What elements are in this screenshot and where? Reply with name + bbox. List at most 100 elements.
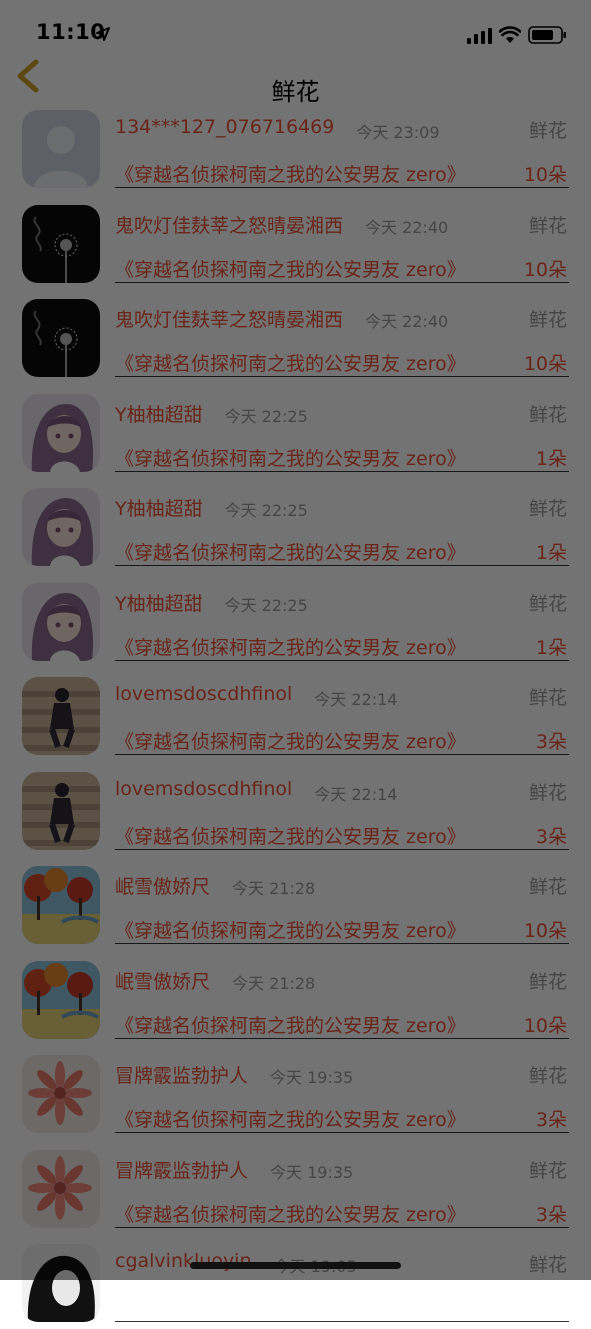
divider <box>115 1226 569 1228</box>
gerbera-flower-avatar[interactable] <box>22 1149 100 1228</box>
user-name[interactable]: Y柚柚超甜 <box>115 400 203 427</box>
gift-type: 鲜花 <box>528 970 567 993</box>
user-name[interactable]: Y柚柚超甜 <box>115 494 203 521</box>
timestamp: 今天 19:35 <box>270 1162 354 1182</box>
default-person-avatar-image <box>22 110 100 188</box>
gift-type: 鲜花 <box>528 687 567 709</box>
timestamp: 今天 22:40 <box>365 312 449 331</box>
list-item[interactable]: 岷雪傲娇尺 今天 21:28 鲜花 《穿越名侦探柯南之我的公安男友 zero》 … <box>0 856 591 951</box>
signal-icon <box>467 28 492 44</box>
divider <box>115 187 569 188</box>
gift-count: 1朵 <box>535 636 567 659</box>
timestamp: 今天 21:28 <box>232 879 316 898</box>
timestamp: 今天 21:28 <box>232 973 316 993</box>
book-title[interactable]: 《穿越名侦探柯南之我的公安男友 zero》 <box>115 1200 466 1227</box>
anime-girl-avatar-image <box>22 488 100 566</box>
gift-type: 鲜花 <box>528 1159 567 1182</box>
timestamp: 今天 22:25 <box>224 501 308 520</box>
stairs-figure-avatar[interactable] <box>22 677 100 755</box>
book-title[interactable]: 《穿越名侦探柯南之我的公安男友 zero》 <box>115 916 466 943</box>
user-name[interactable]: 冒牌霰监勃护人 <box>115 1156 248 1183</box>
book-title[interactable]: 《穿越名侦探柯南之我的公安男友 zero》 <box>115 255 466 282</box>
timestamp: 今天 22:25 <box>224 406 308 426</box>
stairs-figure-avatar-image <box>22 771 100 850</box>
wifi-icon <box>499 26 521 43</box>
timestamp: 今天 22:40 <box>365 217 449 237</box>
gift-type: 鲜花 <box>528 214 567 237</box>
gerbera-flower-avatar-image <box>22 1055 100 1133</box>
gift-type: 鲜花 <box>528 120 567 142</box>
divider <box>115 565 569 566</box>
divider <box>115 470 569 472</box>
list-item[interactable]: 134***127_076716469 今天 23:09 鲜花 《穿越名侦探柯南… <box>0 100 591 195</box>
anime-girl-avatar[interactable] <box>22 488 100 566</box>
autumn-painting-avatar[interactable] <box>22 960 100 1039</box>
dandelion-avatar-image <box>22 299 100 377</box>
dark-portrait-avatar-image <box>22 1244 100 1322</box>
timestamp: 今天 19:35 <box>270 1068 354 1087</box>
dandelion-avatar[interactable] <box>22 299 100 377</box>
user-name[interactable]: 134***127_076716469 <box>115 116 334 138</box>
default-person-avatar[interactable] <box>22 110 100 188</box>
list-item[interactable]: Y柚柚超甜 今天 22:25 鲜花 《穿越名侦探柯南之我的公安男友 zero》 … <box>0 573 591 668</box>
user-name[interactable]: Y柚柚超甜 <box>115 589 203 616</box>
divider <box>115 754 569 755</box>
gift-type: 鲜花 <box>528 1254 567 1276</box>
book-title[interactable]: 《穿越名侦探柯南之我的公安男友 zero》 <box>115 1011 466 1038</box>
book-title[interactable]: 《穿越名侦探柯南之我的公安男友 zero》 <box>115 822 466 849</box>
timestamp: 今天 23:09 <box>356 123 440 142</box>
list-item[interactable]: 岷雪傲娇尺 今天 21:28 鲜花 《穿越名侦探柯南之我的公安男友 zero》 … <box>0 951 591 1046</box>
list-item[interactable]: lovemsdoscdhfinol 今天 22:14 鲜花 《穿越名侦探柯南之我… <box>0 762 591 857</box>
gift-count: 1朵 <box>535 542 567 564</box>
book-title[interactable]: 《穿越名侦探柯南之我的公安男友 zero》 <box>115 538 466 565</box>
book-title[interactable]: 《穿越名侦探柯南之我的公安男友 zero》 <box>115 349 466 376</box>
divider <box>115 848 569 850</box>
gift-count: 3朵 <box>535 1109 567 1131</box>
book-title[interactable]: 《穿越名侦探柯南之我的公安男友 zero》 <box>115 1105 466 1132</box>
dark-portrait-avatar[interactable] <box>22 1244 100 1322</box>
divider <box>115 943 569 944</box>
user-name[interactable]: 岷雪傲娇尺 <box>115 872 210 899</box>
list-item[interactable]: 鬼吹灯佳麸莘之怒晴晏湘西 今天 22:40 鲜花 《穿越名侦探柯南之我的公安男友… <box>0 195 591 290</box>
user-name[interactable]: 冒牌霰监勃护人 <box>115 1061 248 1088</box>
list-item[interactable]: Y柚柚超甜 今天 22:25 鲜花 《穿越名侦探柯南之我的公安男友 zero》 … <box>0 478 591 573</box>
list-item[interactable]: lovemsdoscdhfinol 今天 22:14 鲜花 《穿越名侦探柯南之我… <box>0 667 591 762</box>
gift-count: 3朵 <box>535 825 567 848</box>
anime-girl-avatar[interactable] <box>22 393 100 472</box>
gift-count: 3朵 <box>535 731 567 753</box>
autumn-painting-avatar[interactable] <box>22 866 100 944</box>
list-item[interactable]: 冒牌霰监勃护人 今天 19:35 鲜花 《穿越名侦探柯南之我的公安男友 zero… <box>0 1140 591 1235</box>
user-name[interactable]: 鬼吹灯佳麸莘之怒晴晏湘西 <box>115 305 343 332</box>
user-name[interactable]: lovemsdoscdhfinol <box>115 778 292 800</box>
autumn-painting-avatar-image <box>22 960 100 1039</box>
book-title[interactable]: 《穿越名侦探柯南之我的公安男友 zero》 <box>115 727 466 754</box>
divider <box>115 1321 569 1322</box>
list-item[interactable]: 冒牌霰监勃护人 今天 19:35 鲜花 《穿越名侦探柯南之我的公安男友 zero… <box>0 1045 591 1140</box>
user-name[interactable]: 岷雪傲娇尺 <box>115 967 210 994</box>
gift-type: 鲜花 <box>528 876 567 898</box>
nav-bar: 鲜花 <box>0 52 591 106</box>
stairs-figure-avatar-image <box>22 677 100 755</box>
anime-girl-avatar-image <box>22 393 100 472</box>
battery-icon <box>528 26 566 44</box>
gerbera-flower-avatar[interactable] <box>22 1055 100 1133</box>
stairs-figure-avatar[interactable] <box>22 771 100 850</box>
gift-type: 鲜花 <box>528 403 567 426</box>
user-name[interactable]: lovemsdoscdhfinol <box>115 683 292 705</box>
gift-count: 10朵 <box>523 164 567 186</box>
divider <box>115 1132 569 1133</box>
list-item[interactable]: Y柚柚超甜 今天 22:25 鲜花 《穿越名侦探柯南之我的公安男友 zero》 … <box>0 384 591 479</box>
list-item[interactable]: cgalvinkluoyin 今天 19:05 鲜花 <box>0 1234 591 1329</box>
book-title[interactable]: 《穿越名侦探柯南之我的公安男友 zero》 <box>115 160 466 187</box>
book-title[interactable]: 《穿越名侦探柯南之我的公安男友 zero》 <box>115 444 466 471</box>
user-name[interactable]: 鬼吹灯佳麸莘之怒晴晏湘西 <box>115 211 343 238</box>
dandelion-avatar[interactable] <box>22 204 100 283</box>
location-arrow-icon <box>96 27 110 41</box>
gift-count: 1朵 <box>535 447 567 470</box>
list-item[interactable]: 鬼吹灯佳麸莘之怒晴晏湘西 今天 22:40 鲜花 《穿越名侦探柯南之我的公安男友… <box>0 289 591 384</box>
book-title[interactable]: 《穿越名侦探柯南之我的公安男友 zero》 <box>115 633 466 660</box>
anime-girl-avatar[interactable] <box>22 582 100 661</box>
autumn-painting-avatar-image <box>22 866 100 944</box>
gift-count: 10朵 <box>523 353 567 375</box>
gift-type: 鲜花 <box>528 592 567 615</box>
